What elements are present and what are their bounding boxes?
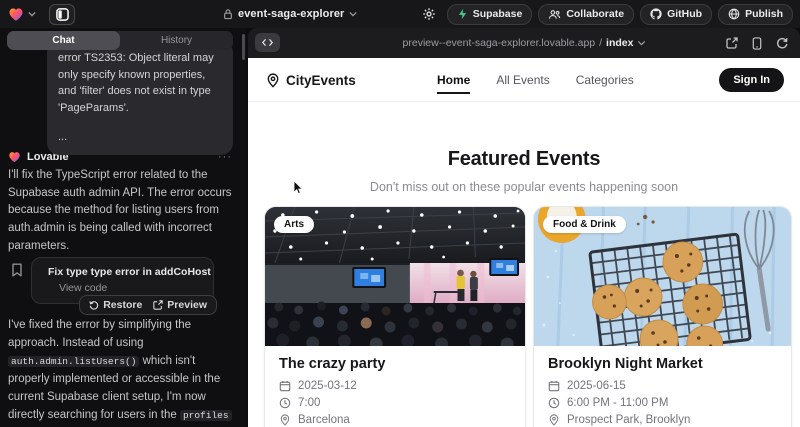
- open-in-new-tab-icon[interactable]: [726, 37, 738, 49]
- nav-categories[interactable]: Categories: [576, 73, 634, 87]
- project-switcher[interactable]: event-saga-explorer: [223, 0, 357, 28]
- user-message-ellipsis: ...: [58, 129, 222, 146]
- chat-scrollbar[interactable]: [242, 34, 245, 60]
- preview-button[interactable]: Preview: [153, 299, 207, 311]
- chat-panel: Chat History error TS2353: Object litera…: [0, 28, 246, 427]
- event-image-food: Food & Drink: [534, 207, 791, 346]
- supabase-icon: [457, 8, 468, 20]
- toggle-sidebar-button[interactable]: [49, 4, 75, 25]
- mobile-view-icon[interactable]: [752, 37, 762, 50]
- calendar-icon: [279, 380, 291, 392]
- preview-site-content: CityEvents Home All Events Categories Si…: [248, 58, 800, 427]
- event-image-arts: Arts: [265, 207, 525, 346]
- event-title: The crazy party: [279, 356, 511, 372]
- nav-home[interactable]: Home: [437, 73, 470, 87]
- event-date: 2025-06-15: [567, 380, 626, 392]
- bookmark-icon[interactable]: [11, 263, 23, 277]
- chevron-down-icon: [637, 40, 645, 46]
- code-view-button[interactable]: [255, 33, 280, 52]
- globe-icon: [728, 8, 740, 20]
- section-title: Featured Events: [248, 148, 800, 171]
- event-title: Brooklyn Night Market: [548, 356, 777, 372]
- category-badge: Food & Drink: [543, 216, 626, 233]
- category-badge: Arts: [274, 216, 314, 233]
- user-message-text: error TS2353: Object literal may only sp…: [58, 50, 222, 116]
- message-actions: Restore Preview: [79, 295, 217, 315]
- gear-icon: [422, 7, 436, 21]
- section-subtitle: Don't miss out on these popular events h…: [248, 180, 800, 194]
- map-pin-icon: [279, 414, 291, 426]
- site-header: CityEvents Home All Events Categories Si…: [248, 58, 800, 102]
- site-brand[interactable]: CityEvents: [266, 58, 356, 102]
- user-message-bubble: error TS2353: Object literal may only sp…: [47, 41, 233, 155]
- restore-icon: [89, 300, 99, 310]
- tab-history[interactable]: History: [120, 31, 233, 50]
- collaborate-button[interactable]: Collaborate: [538, 4, 634, 25]
- preview-pane: preview--event-saga-explorer.lovable.app…: [248, 28, 800, 427]
- external-link-icon: [153, 300, 163, 310]
- site-nav: Home All Events Categories: [437, 58, 634, 102]
- map-pin-icon: [266, 73, 280, 88]
- event-card-arts[interactable]: Arts The crazy party 2025-03-12: [264, 206, 526, 427]
- github-icon: [650, 8, 662, 20]
- refresh-icon[interactable]: [776, 37, 788, 49]
- supabase-button[interactable]: Supabase: [447, 4, 533, 25]
- code-icon: [262, 38, 273, 47]
- github-button[interactable]: GitHub: [640, 4, 712, 25]
- view-code-link[interactable]: View code: [59, 282, 203, 294]
- tool-call-title: Fix type type error in addCoHost: [48, 266, 211, 278]
- preview-address-bar: preview--event-saga-explorer.lovable.app…: [248, 28, 800, 58]
- nav-all-events[interactable]: All Events: [496, 73, 549, 87]
- chat-history-tabs: Chat History: [7, 31, 233, 50]
- tab-chat[interactable]: Chat: [7, 31, 120, 50]
- people-icon: [548, 9, 561, 20]
- lock-icon: [223, 8, 233, 20]
- event-date: 2025-03-12: [298, 380, 357, 392]
- assistant-intro-text: I'll fix the TypeScript error related to…: [8, 167, 235, 256]
- restore-button[interactable]: Restore: [89, 299, 142, 311]
- event-location: Barcelona: [298, 414, 350, 426]
- sidebar-panel-icon: [56, 8, 69, 21]
- project-name: event-saga-explorer: [238, 8, 344, 20]
- settings-button[interactable]: [417, 4, 441, 25]
- calendar-icon: [548, 380, 560, 392]
- chevron-down-icon[interactable]: [28, 11, 36, 17]
- inline-code: auth.admin.listUsers(): [8, 356, 139, 367]
- event-card-food[interactable]: Food & Drink Brooklyn Night Market 2025-…: [533, 206, 792, 427]
- event-time: 6:00 PM - 11:00 PM: [567, 397, 668, 409]
- inline-code: profiles: [180, 410, 232, 421]
- event-time: 7:00: [298, 397, 320, 409]
- event-location: Prospect Park, Brooklyn: [567, 414, 690, 426]
- lovable-heart-icon: [8, 151, 21, 163]
- preview-url[interactable]: preview--event-saga-explorer.lovable.app…: [403, 28, 646, 58]
- chevron-down-icon: [349, 11, 357, 17]
- lovable-logo-icon[interactable]: [8, 7, 24, 22]
- site-brand-name: CityEvents: [286, 73, 356, 88]
- sign-in-button[interactable]: Sign In: [719, 68, 784, 92]
- map-pin-icon: [548, 414, 560, 426]
- event-cards: Arts The crazy party 2025-03-12: [264, 206, 792, 427]
- clock-icon: [548, 397, 560, 409]
- app-topbar: event-saga-explorer Supabase: [0, 0, 800, 28]
- assistant-outro-text: I've fixed the error by simplifying the …: [8, 317, 237, 427]
- featured-section-header: Featured Events Don't miss out on these …: [248, 148, 800, 194]
- publish-button[interactable]: Publish: [718, 4, 793, 25]
- clock-icon: [279, 397, 291, 409]
